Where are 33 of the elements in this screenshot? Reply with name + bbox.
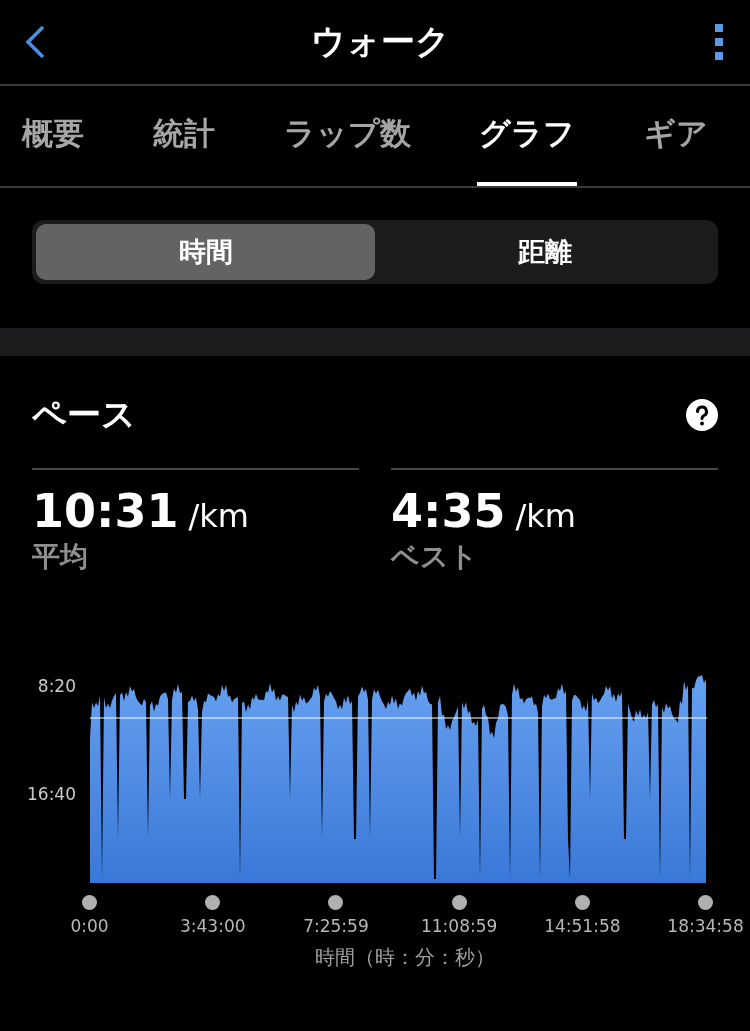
tick-dot	[82, 895, 98, 910]
x-tick-label: 0:00	[70, 916, 109, 936]
stat-label: ベスト	[391, 539, 479, 575]
x-tick-label: 3:43:00	[180, 916, 246, 936]
segment[interactable]: 時間	[36, 224, 375, 280]
tab[interactable]: 概要	[20, 86, 86, 186]
tab[interactable]: ギア	[642, 86, 710, 186]
segment[interactable]: 距離	[375, 224, 714, 280]
tick-dot	[574, 895, 590, 910]
stat-unit: /km	[188, 497, 249, 535]
tick-dot	[451, 895, 467, 910]
x-axis-title: 時間（時：分：秒）	[314, 944, 496, 971]
x-tick-label: 7:25:59	[303, 916, 369, 936]
x-tick-label: 11:08:59	[420, 916, 498, 936]
tick-dot	[698, 895, 714, 910]
y-tick-label: 16:40	[27, 784, 76, 804]
section-title: ペース	[32, 393, 136, 436]
help-icon[interactable]	[686, 399, 718, 431]
tick-dot	[205, 895, 221, 910]
x-tick-label: 18:34:58	[667, 916, 744, 936]
x-tick-label: 14:51:58	[544, 916, 621, 936]
tab[interactable]: 統計	[150, 86, 217, 186]
stat-value: 4:35	[391, 484, 506, 538]
y-tick-label: 8:20	[37, 676, 76, 696]
more-icon[interactable]	[714, 24, 724, 60]
stat-unit: /km	[515, 497, 576, 535]
stat-value: 10:31	[32, 484, 179, 538]
tick-dot	[328, 895, 344, 910]
tab[interactable]: ラップ数	[281, 86, 413, 186]
header-title: ウォーク	[310, 20, 450, 63]
back-icon[interactable]	[24, 25, 46, 59]
stat-label: 平均	[32, 539, 89, 575]
tab[interactable]: グラフ	[477, 86, 578, 186]
